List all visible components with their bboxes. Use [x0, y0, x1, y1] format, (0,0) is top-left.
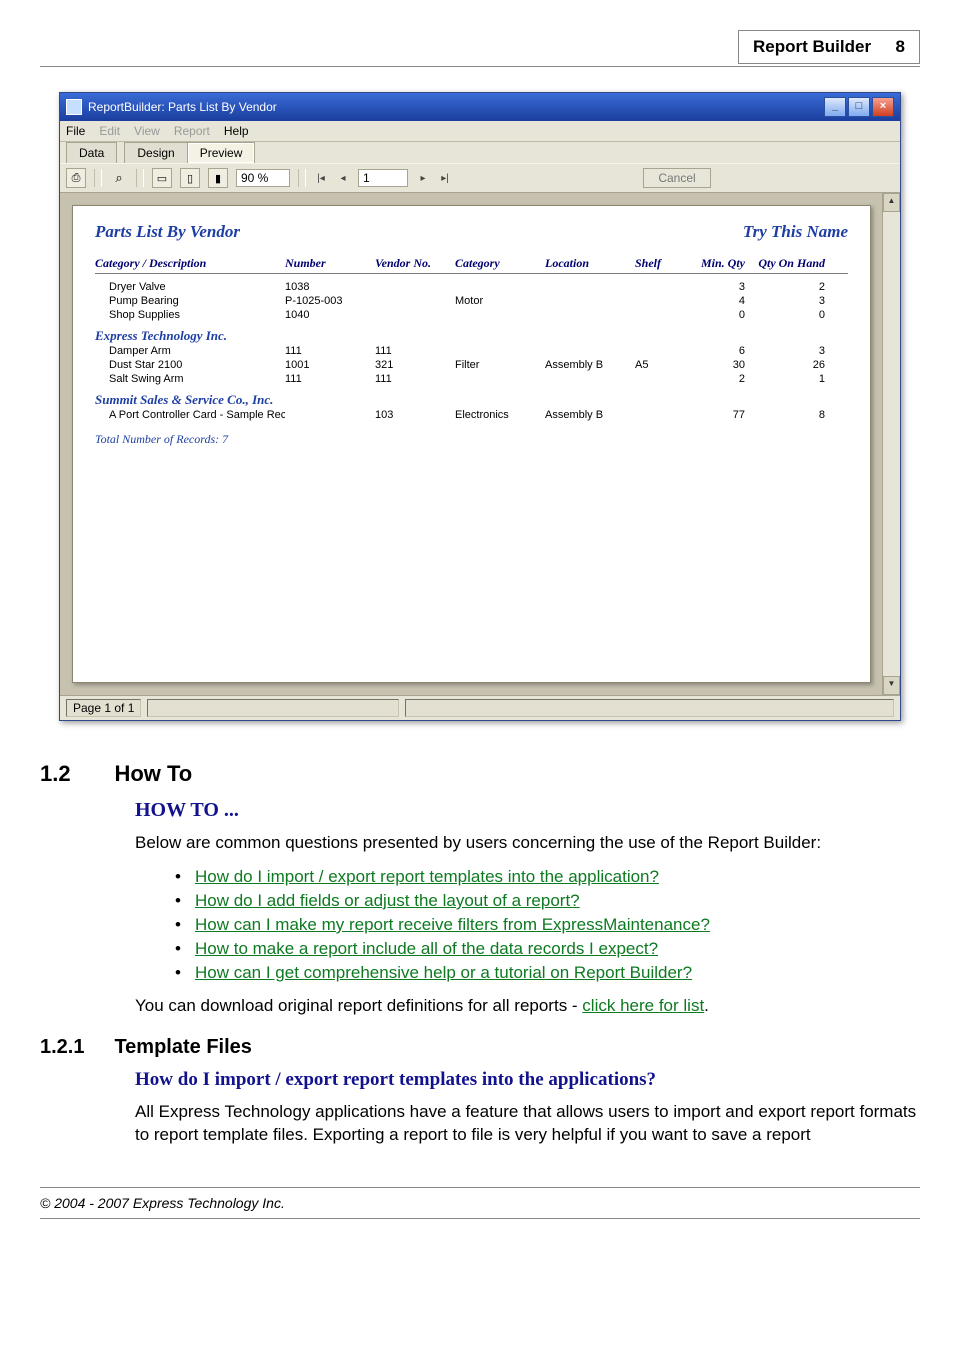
menu-report[interactable]: Report — [174, 124, 210, 138]
toolbar: ⎙ ⌕ ▭ ▯ ▮ 90 % |◂ ◂ 1 ▸ ▸| Cancel — [60, 163, 900, 193]
zoom-width-icon[interactable]: ▯ — [180, 168, 200, 188]
section-1-2-number: 1.2 — [40, 761, 110, 787]
table-row: Shop Supplies104000 — [95, 308, 848, 322]
header-title: Report Builder — [753, 37, 871, 57]
howto-link-item: How do I add fields or adjust the layout… — [175, 891, 920, 911]
group-label: Summit Sales & Service Co., Inc. — [95, 392, 848, 408]
search-icon[interactable]: ⌕ — [110, 169, 128, 187]
howto-link[interactable]: How to make a report include all of the … — [195, 939, 658, 958]
preview-area: ▲ ▼ Parts List By Vendor Try This Name C… — [60, 193, 900, 695]
report-title: Parts List By Vendor — [95, 222, 240, 242]
maximize-button[interactable]: □ — [848, 97, 870, 117]
print-icon[interactable]: ⎙ — [66, 168, 86, 188]
zoom-100-icon[interactable]: ▮ — [208, 168, 228, 188]
tabrow: Data Design Preview — [60, 142, 900, 163]
scroll-down-icon[interactable]: ▼ — [883, 676, 900, 695]
page-number-input[interactable]: 1 — [358, 169, 408, 187]
table-row: Damper Arm11111163 — [95, 344, 848, 358]
table-row: Dust Star 21001001321FilterAssembly BA53… — [95, 358, 848, 372]
close-button[interactable]: × — [872, 97, 894, 117]
howto-link[interactable]: How can I make my report receive filters… — [195, 915, 710, 934]
howto-subtitle: HOW TO ... — [135, 799, 920, 822]
tab-data[interactable]: Data — [66, 142, 117, 163]
status-page: Page 1 of 1 — [66, 699, 141, 717]
table-row: Pump BearingP-1025-003Motor43 — [95, 294, 848, 308]
scroll-up-icon[interactable]: ▲ — [883, 193, 900, 212]
last-page-icon[interactable]: ▸| — [438, 171, 452, 185]
vertical-scrollbar[interactable]: ▲ ▼ — [882, 193, 900, 695]
page-header: Report Builder 8 — [40, 30, 920, 67]
tab-preview[interactable]: Preview — [187, 142, 256, 163]
zoom-input[interactable]: 90 % — [236, 169, 290, 187]
download-list-link[interactable]: click here for list — [582, 996, 704, 1015]
howto-link-item: How can I get comprehensive help or a tu… — [175, 963, 920, 983]
howto-link[interactable]: How do I add fields or adjust the layout… — [195, 891, 580, 910]
minimize-button[interactable]: _ — [824, 97, 846, 117]
howto-link-item: How can I make my report receive filters… — [175, 915, 920, 935]
zoom-whole-icon[interactable]: ▭ — [152, 168, 172, 188]
menu-edit[interactable]: Edit — [99, 124, 120, 138]
table-row: Dryer Valve103832 — [95, 280, 848, 294]
total-records: Total Number of Records: 7 — [95, 432, 848, 447]
howto-link[interactable]: How do I import / export report template… — [195, 867, 659, 886]
first-page-icon[interactable]: |◂ — [314, 171, 328, 185]
table-row: A Port Controller Card - Sample Rec 2781… — [95, 408, 848, 422]
template-files-body: All Express Technology applications have… — [135, 1101, 920, 1147]
app-icon — [66, 99, 82, 115]
next-page-icon[interactable]: ▸ — [416, 171, 430, 185]
titlebar: ReportBuilder: Parts List By Vendor _ □ … — [60, 93, 900, 121]
template-files-question: How do I import / export report template… — [135, 1069, 920, 1091]
howto-link-item: How to make a report include all of the … — [175, 939, 920, 959]
section-1-2-1-title: Template Files — [114, 1036, 251, 1058]
howto-link-item: How do I import / export report template… — [175, 867, 920, 887]
group-label: Express Technology Inc. — [95, 328, 848, 344]
window-title: ReportBuilder: Parts List By Vendor — [88, 100, 277, 114]
header-page-number: 8 — [896, 37, 905, 56]
tab-design[interactable]: Design — [124, 142, 187, 163]
report-title-right: Try This Name — [743, 222, 848, 242]
column-headers: Category / Description Number Vendor No.… — [95, 256, 848, 274]
app-window: ReportBuilder: Parts List By Vendor _ □ … — [59, 92, 901, 721]
section-1-2-1-number: 1.2.1 — [40, 1036, 110, 1059]
report-paper: Parts List By Vendor Try This Name Categ… — [72, 205, 871, 683]
howto-links: How do I import / export report template… — [175, 867, 920, 983]
howto-intro: Below are common questions presented by … — [135, 832, 920, 855]
cancel-button[interactable]: Cancel — [643, 168, 710, 188]
howto-link[interactable]: How can I get comprehensive help or a tu… — [195, 963, 692, 982]
statusbar: Page 1 of 1 — [60, 695, 900, 720]
menu-view[interactable]: View — [134, 124, 160, 138]
table-row: Salt Swing Arm11111121 — [95, 372, 848, 386]
section-1-2-title: How To — [114, 761, 192, 786]
menu-file[interactable]: File — [66, 124, 85, 138]
prev-page-icon[interactable]: ◂ — [336, 171, 350, 185]
menubar: File Edit View Report Help — [60, 121, 900, 142]
footer-copyright: © 2004 - 2007 Express Technology Inc. — [40, 1189, 920, 1217]
menu-help[interactable]: Help — [224, 124, 249, 138]
download-note: You can download original report definit… — [135, 995, 920, 1018]
